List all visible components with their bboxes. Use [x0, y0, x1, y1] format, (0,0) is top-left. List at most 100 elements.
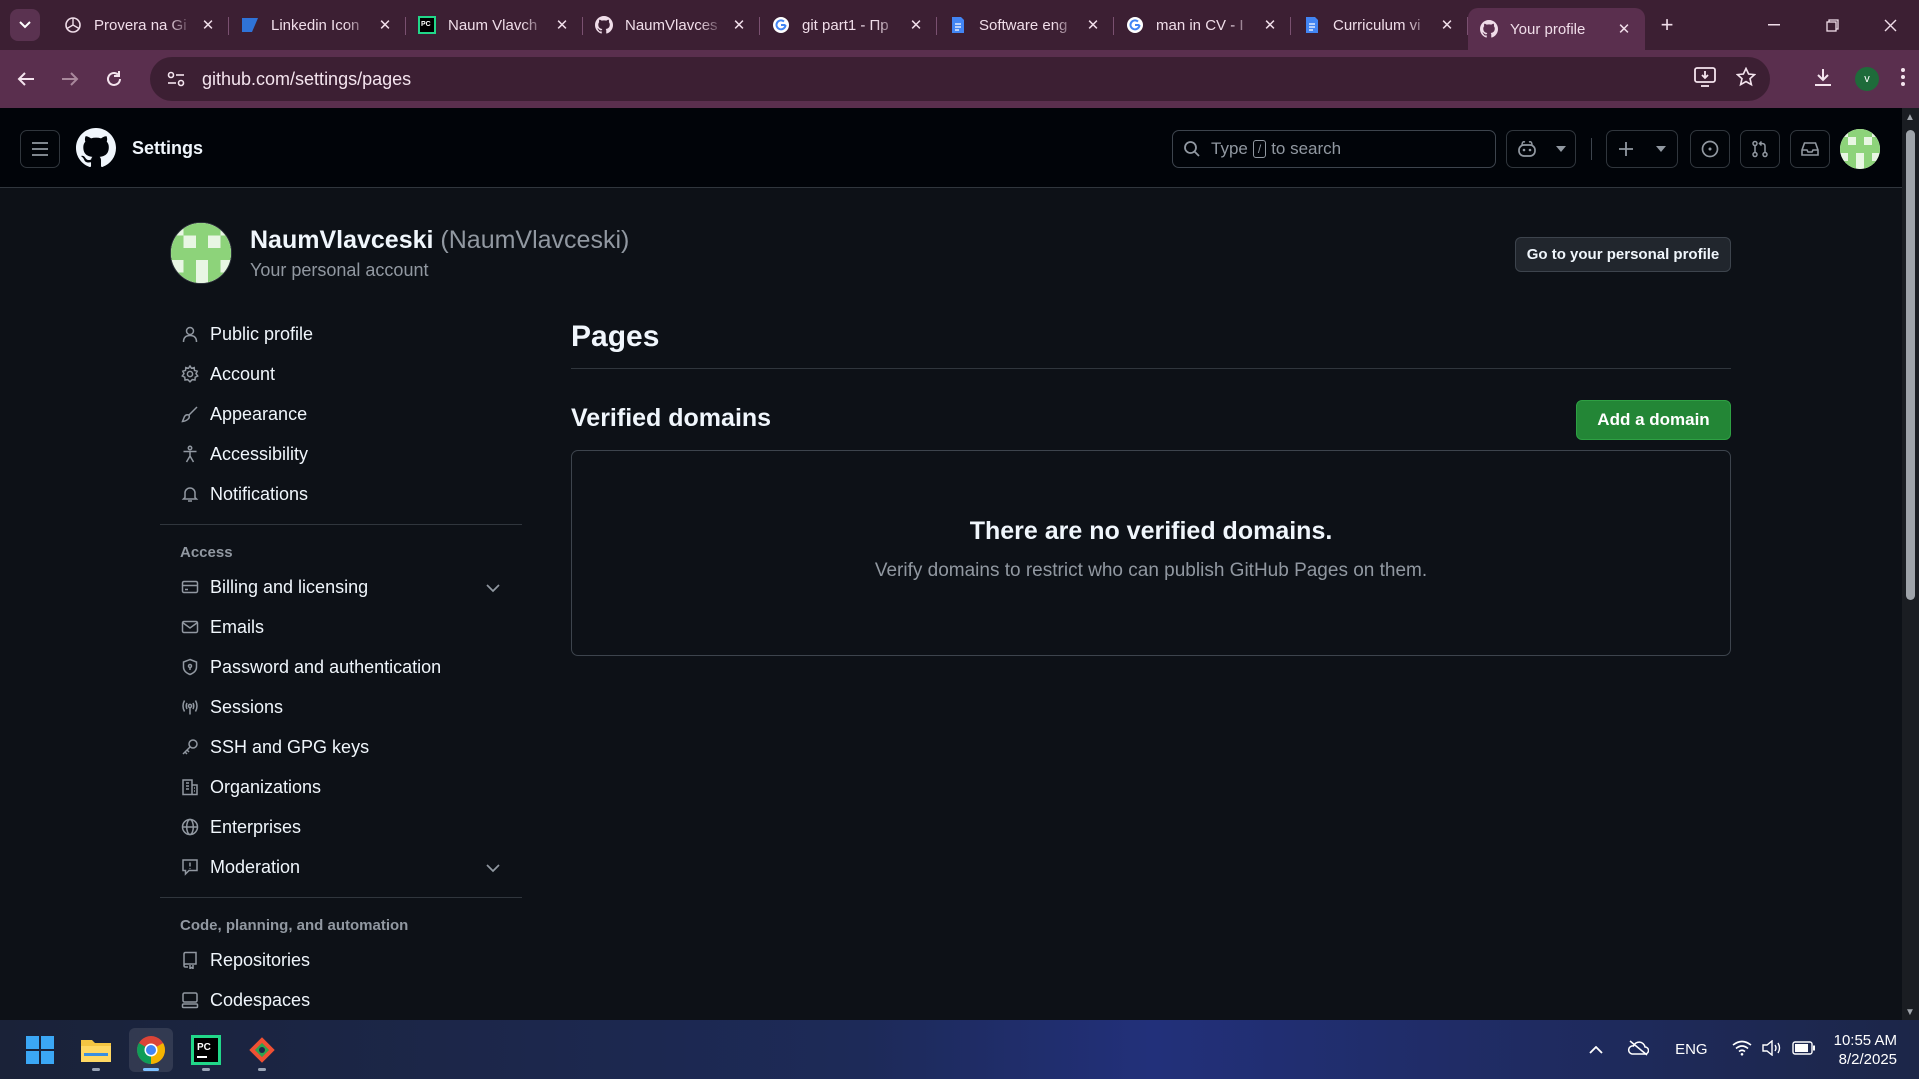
close-tab-icon[interactable]: ✕ [553, 16, 571, 34]
address-bar[interactable]: github.com/settings/pages [150, 57, 1770, 101]
downloads-icon[interactable] [1813, 67, 1833, 92]
start-button[interactable] [18, 1028, 62, 1072]
chrome-taskbar-button[interactable] [129, 1028, 173, 1072]
sidebar-item-ssh-and-gpg-keys[interactable]: SSH and GPG keys [160, 727, 522, 767]
sidebar-item-organizations[interactable]: Organizations [160, 767, 522, 807]
triangle-down-icon [1555, 146, 1566, 152]
sidebar-item-label: SSH and GPG keys [210, 736, 370, 757]
header-context-title[interactable]: Settings [132, 138, 203, 159]
forward-button[interactable] [52, 61, 88, 97]
install-app-icon[interactable] [1694, 66, 1716, 92]
global-search-input[interactable]: Type / to search [1172, 130, 1496, 168]
show-hidden-icons-button[interactable] [1589, 1041, 1603, 1058]
user-avatar-menu[interactable] [1840, 129, 1880, 169]
browser-tab[interactable]: man in CV - I ✕ [1114, 7, 1291, 43]
site-info-icon[interactable] [158, 71, 194, 87]
url-text[interactable]: github.com/settings/pages [202, 69, 411, 90]
minimize-button[interactable] [1745, 0, 1803, 50]
sidebar-item-enterprises[interactable]: Enterprises [160, 807, 522, 847]
sidebar-item-public-profile[interactable]: Public profile [160, 314, 522, 354]
expand-toggle[interactable] [486, 857, 500, 878]
browser-profile-avatar[interactable]: v [1855, 67, 1879, 91]
tab-search-button[interactable] [10, 9, 40, 41]
browser-tab[interactable]: Provera na Gi ✕ [52, 7, 229, 43]
browser-tab[interactable]: git part1 - Пр ✕ [760, 7, 937, 43]
close-tab-icon[interactable]: ✕ [907, 16, 925, 34]
sidebar-item-sessions[interactable]: Sessions [160, 687, 522, 727]
sidebar-item-appearance[interactable]: Appearance [160, 394, 522, 434]
hamburger-icon [32, 142, 48, 156]
browser-tab-title: NaumVlavces [625, 16, 718, 34]
input-language-indicator[interactable]: ENG [1675, 1041, 1708, 1058]
browser-menu-icon[interactable] [1901, 67, 1905, 91]
clock[interactable]: 10:55 AM 8/2/2025 [1834, 1031, 1897, 1069]
sidebar-item-repositories[interactable]: Repositories [160, 940, 522, 980]
browser-tab[interactable]: PC Naum Vlavch ✕ [406, 7, 583, 43]
accessibility-icon [180, 444, 200, 464]
browser-tab[interactable]: Your profile ✕ [1468, 8, 1645, 50]
create-new-button[interactable] [1606, 130, 1678, 168]
pull-requests-button[interactable] [1740, 130, 1780, 168]
scrollbar-thumb[interactable] [1906, 130, 1915, 600]
close-window-button[interactable] [1861, 0, 1919, 50]
sidebar-item-notifications[interactable]: Notifications [160, 474, 522, 514]
openai-icon [64, 16, 82, 34]
bookmark-star-icon[interactable] [1735, 66, 1757, 92]
user-avatar[interactable] [170, 222, 232, 284]
user-display-name[interactable]: NaumVlavceski (NaumVlavceski) [250, 226, 629, 255]
section-title: Verified domains [571, 404, 772, 432]
back-button[interactable] [8, 61, 44, 97]
user-login-text: (NaumVlavceski) [440, 226, 630, 254]
expand-toggle[interactable] [486, 577, 500, 598]
sidebar-item-accessibility[interactable]: Accessibility [160, 434, 522, 474]
new-tab-button[interactable]: + [1651, 12, 1683, 38]
copilot-button[interactable] [1506, 130, 1576, 168]
sidebar-item-account[interactable]: Account [160, 354, 522, 394]
close-tab-icon[interactable]: ✕ [376, 16, 394, 34]
close-tab-icon[interactable]: ✕ [1084, 16, 1102, 34]
reload-button[interactable] [96, 61, 132, 97]
close-tab-icon[interactable]: ✕ [1438, 16, 1456, 34]
sidebar-item-billing-and-licensing[interactable]: Billing and licensing [160, 567, 522, 607]
github-icon [595, 16, 613, 34]
issues-button[interactable] [1690, 130, 1730, 168]
wifi-icon[interactable] [1732, 1040, 1752, 1060]
page-scrollbar[interactable]: ▲ ▼ [1902, 108, 1919, 1020]
broadcast-icon [180, 697, 200, 717]
add-domain-button[interactable]: Add a domain [1576, 400, 1731, 440]
sidebar-item-password-and-authentication[interactable]: Password and authentication [160, 647, 522, 687]
tab-list: Provera na Gi ✕ Linkedin Icon ✕ PC Naum Vlavc… [52, 0, 1645, 50]
running-indicator [258, 1068, 266, 1071]
close-tab-icon[interactable]: ✕ [730, 16, 748, 34]
browser-tab[interactable]: Linkedin Icon ✕ [229, 7, 406, 43]
reload-icon [107, 71, 121, 86]
inbox-button[interactable] [1790, 130, 1830, 168]
bell-icon [180, 484, 200, 504]
close-tab-icon[interactable]: ✕ [1615, 20, 1633, 38]
restore-button[interactable] [1803, 0, 1861, 50]
sidebar-item-label: Appearance [210, 403, 308, 424]
github-icon [1480, 20, 1498, 38]
sidebar-item-codespaces[interactable]: Codespaces [160, 980, 522, 1020]
battery-icon[interactable] [1791, 1040, 1816, 1059]
file-explorer-button[interactable] [74, 1028, 118, 1072]
browser-tab[interactable]: NaumVlavces ✕ [583, 7, 760, 43]
git-gui-taskbar-button[interactable] [240, 1028, 284, 1072]
user-name-text[interactable]: NaumVlavceski [250, 226, 433, 254]
scroll-down-arrow-icon[interactable]: ▼ [1905, 1007, 1915, 1018]
title-divider [571, 368, 1731, 369]
paintbrush-icon [180, 404, 200, 424]
volume-icon[interactable] [1761, 1039, 1782, 1060]
onedrive-icon[interactable] [1627, 1039, 1650, 1060]
close-tab-icon[interactable]: ✕ [1261, 16, 1279, 34]
sidebar-item-emails[interactable]: Emails [160, 607, 522, 647]
go-to-profile-button[interactable]: Go to your personal profile [1515, 237, 1731, 272]
browser-tab[interactable]: Software eng ✕ [937, 7, 1114, 43]
sidebar-item-moderation[interactable]: Moderation [160, 847, 522, 887]
github-logo-icon[interactable] [76, 128, 116, 168]
scroll-up-arrow-icon[interactable]: ▲ [1905, 112, 1915, 123]
browser-tab[interactable]: Curriculum vi ✕ [1291, 7, 1468, 43]
pycharm-taskbar-button[interactable]: PC [184, 1028, 228, 1072]
global-nav-menu-button[interactable] [20, 130, 60, 168]
close-tab-icon[interactable]: ✕ [199, 16, 217, 34]
